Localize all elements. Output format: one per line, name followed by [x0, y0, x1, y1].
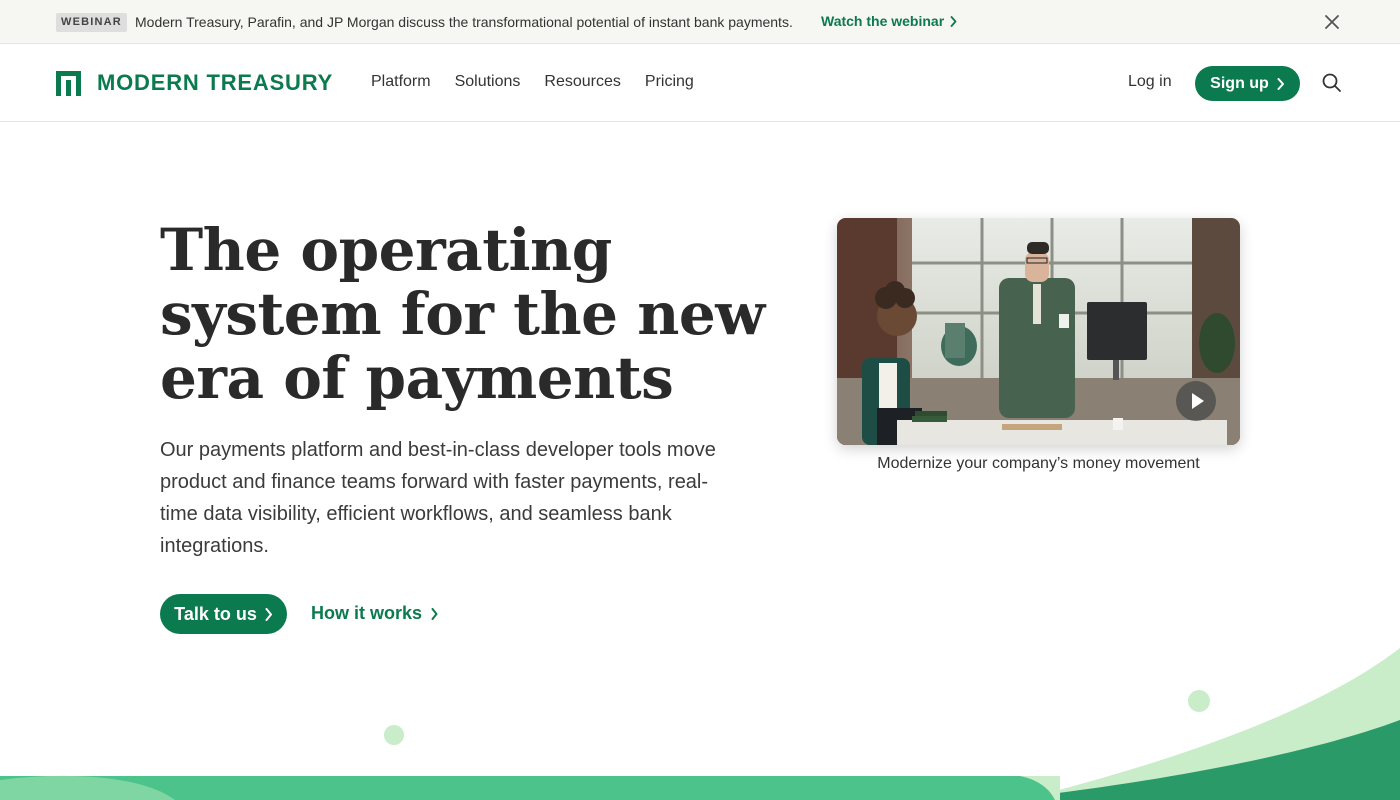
video-caption: Modernize your company’s money movement: [877, 455, 1200, 472]
play-icon: [1176, 381, 1216, 421]
announcement-banner: WEBINAR Modern Treasury, Parafin, and JP…: [0, 0, 1400, 44]
chevron-right-icon: [950, 16, 957, 27]
banner-text: Modern Treasury, Parafin, and JP Morgan …: [135, 14, 793, 30]
signup-button[interactable]: Sign up: [1195, 66, 1300, 101]
hero-title: The operating system for the new era of …: [160, 216, 765, 412]
search-button[interactable]: [1321, 72, 1343, 94]
nav-item-platform[interactable]: Platform: [371, 73, 431, 91]
how-it-works-link[interactable]: How it works: [311, 603, 438, 624]
chevron-right-icon: [431, 607, 438, 620]
talk-to-us-button[interactable]: Talk to us: [160, 594, 287, 634]
decorative-green-waves: [0, 648, 1400, 800]
brand-name: MODERN TREASURY: [97, 70, 334, 95]
close-banner-button[interactable]: [1321, 11, 1343, 33]
hero-subtitle: Our payments platform and best-in-class …: [160, 439, 716, 557]
top-navigation: MODERN TREASURY Platform Solutions Resou…: [0, 45, 1400, 122]
search-icon: [1322, 73, 1341, 92]
close-icon: [1325, 15, 1339, 29]
chevron-right-icon: [265, 607, 272, 621]
nav-menu: Platform Solutions Resources Pricing: [371, 73, 694, 91]
nav-item-resources[interactable]: Resources: [544, 73, 620, 91]
login-link[interactable]: Log in: [1128, 73, 1172, 91]
how-it-works-label: How it works: [311, 603, 423, 623]
nav-item-pricing[interactable]: Pricing: [645, 73, 694, 91]
chevron-right-icon: [1277, 77, 1284, 90]
brand-logo[interactable]: MODERN TREASURY: [56, 70, 333, 96]
watch-webinar-link[interactable]: Watch the webinar: [821, 12, 957, 31]
signup-label: Sign up: [1210, 74, 1269, 92]
nav-item-solutions[interactable]: Solutions: [455, 73, 521, 91]
talk-to-us-label: Talk to us: [174, 603, 257, 624]
video-thumbnail[interactable]: [837, 218, 1240, 445]
webinar-tag: WEBINAR: [56, 13, 127, 32]
watch-webinar-label: Watch the webinar: [821, 13, 945, 29]
logo-icon: [56, 70, 81, 96]
